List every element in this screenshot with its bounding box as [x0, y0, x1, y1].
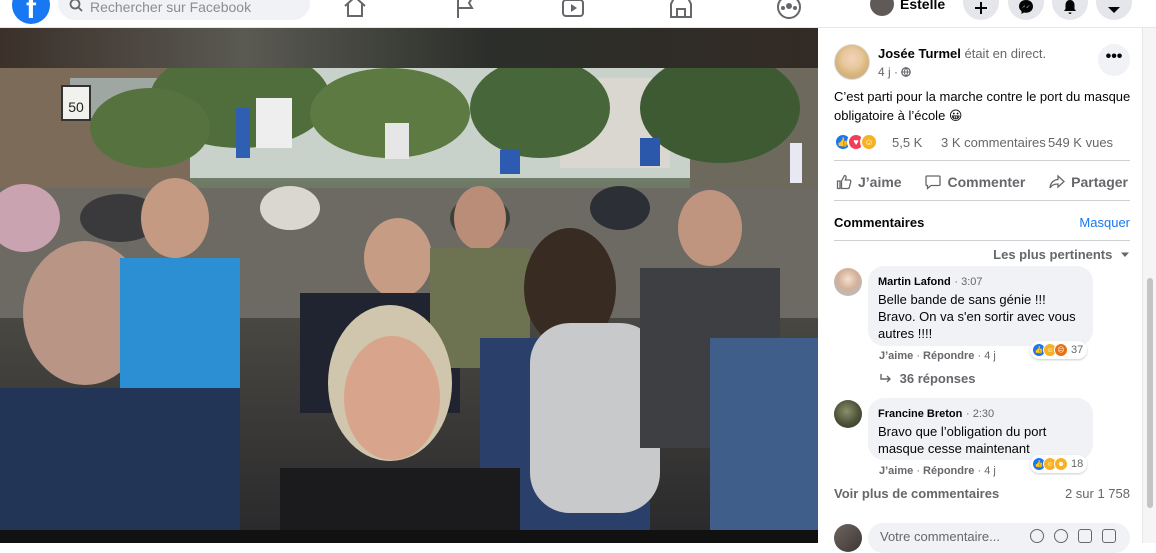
top-navigation-bar: f Rechercher sur Facebook Estelle — [0, 0, 1156, 28]
comment-reactions[interactable]: 👍 ☺ ☹ 37 — [1030, 341, 1088, 359]
profile-name: Estelle — [900, 0, 946, 12]
hide-comments-link[interactable]: Masquer — [1079, 215, 1130, 230]
video-frame: 50 — [0, 68, 818, 530]
angry-reaction-icon: ☹ — [1054, 343, 1068, 357]
share-button[interactable]: Partager — [1047, 167, 1130, 197]
comment-button[interactable]: Commenter — [923, 167, 1027, 197]
profile-avatar — [870, 0, 894, 16]
post-stats: 👍 ♥ ☺ 5,5 K 3 K commentaires 549 K vues — [834, 132, 1130, 152]
comment-timestamp[interactable]: 3:07 — [961, 276, 982, 288]
comment-sort-dropdown[interactable]: Les plus pertinents — [993, 247, 1130, 262]
panel-scrollbar[interactable] — [1142, 28, 1156, 543]
post-side-panel: Josée Turmel était en direct. 4 j · ••• … — [818, 28, 1142, 553]
scrollbar-thumb[interactable] — [1147, 278, 1153, 508]
watch-video-icon[interactable] — [560, 0, 586, 20]
speed-sign-text: 50 — [68, 99, 84, 115]
comment-count[interactable]: 3 K commentaires — [941, 135, 1046, 150]
author-line: Josée Turmel était en direct. — [878, 46, 1046, 61]
comment-age[interactable]: 4 j — [984, 465, 996, 477]
marketplace-icon[interactable] — [668, 0, 694, 20]
comment-label: Commenter — [947, 174, 1026, 190]
reaction-count[interactable]: 5,5 K — [892, 135, 922, 150]
messenger-icon — [1019, 0, 1033, 14]
comment-reaction-count: 18 — [1071, 458, 1084, 470]
crowd-scene-image: 50 — [0, 68, 818, 530]
comment-actions: J’aime · Répondre · 4 j — [879, 465, 996, 477]
share-arrow-icon — [1049, 174, 1066, 189]
comment-bubble: Martin Lafond · 3:07 Belle bande de sans… — [868, 266, 1093, 346]
comment-age[interactable]: 4 j — [984, 350, 996, 362]
comment-like-link[interactable]: J’aime — [879, 350, 913, 362]
reply-arrow-icon — [880, 374, 891, 383]
share-label: Partager — [1071, 174, 1128, 190]
view-count: 549 K vues — [1048, 135, 1114, 150]
comment-avatar[interactable] — [834, 268, 862, 296]
create-button[interactable] — [963, 0, 999, 20]
comment-author[interactable]: Francine Breton — [878, 408, 962, 420]
comments-header: Commentaires Masquer — [818, 204, 1142, 240]
comment-reaction-count: 37 — [1071, 344, 1084, 356]
search-icon — [69, 0, 83, 12]
post-options-button[interactable]: ••• — [1098, 44, 1130, 76]
home-icon[interactable] — [342, 0, 368, 20]
comment-text: Belle bande de sans génie !!! Bravo. On … — [878, 292, 1076, 341]
caret-down-icon — [1121, 252, 1129, 257]
video-top-strip — [0, 28, 818, 68]
comment-like-link[interactable]: J’aime — [879, 465, 913, 477]
live-video-player[interactable]: 50 — [0, 28, 818, 543]
post-text: C’est parti pour la marche contre le por… — [834, 89, 1131, 123]
comment-timestamp[interactable]: 2:30 — [973, 408, 994, 420]
haha-reaction-icon: ☻ — [1054, 457, 1068, 471]
author-status: était en direct. — [964, 46, 1047, 61]
comment-composer: Votre commentaire... — [818, 514, 1142, 553]
emoji-icon[interactable] — [1030, 529, 1044, 543]
comment-bubble: Francine Breton · 2:30 Bravo que l’oblig… — [868, 398, 1093, 460]
comment-reactions[interactable]: 👍 ☺ ☻ 18 — [1030, 455, 1088, 473]
video-controls-strip[interactable] — [0, 530, 818, 543]
messenger-button[interactable] — [1008, 0, 1044, 20]
account-menu-button[interactable] — [1096, 0, 1132, 20]
like-label: J’aime — [858, 174, 902, 190]
comment-avatar[interactable] — [834, 400, 862, 428]
comments-title: Commentaires — [834, 215, 925, 230]
comment-author[interactable]: Martin Lafond — [878, 276, 951, 288]
author-avatar[interactable] — [834, 44, 870, 80]
replies-label: 36 réponses — [899, 371, 976, 386]
search-input[interactable]: Rechercher sur Facebook — [58, 0, 310, 20]
comment-bubble-icon — [925, 175, 942, 190]
post-meta: 4 j · — [878, 65, 912, 79]
pages-flag-icon[interactable] — [452, 0, 478, 20]
reaction-icons[interactable]: 👍 ♥ ☺ — [834, 133, 878, 151]
comment-actions: J’aime · Répondre · 4 j — [879, 350, 996, 362]
divider — [834, 240, 1130, 241]
plus-icon — [975, 2, 987, 14]
view-more-comments-link[interactable]: Voir plus de commentaires — [834, 486, 999, 501]
comment-position: 2 sur 1 758 — [1064, 486, 1130, 501]
search-placeholder: Rechercher sur Facebook — [90, 0, 252, 15]
camera-icon[interactable] — [1054, 529, 1068, 543]
post-time[interactable]: 4 j — [878, 65, 891, 79]
like-button[interactable]: J’aime — [834, 167, 904, 197]
bell-icon — [1064, 0, 1076, 14]
author-name[interactable]: Josée Turmel — [878, 46, 961, 61]
comment-text: Bravo que l’obligation du port masque ce… — [878, 424, 1047, 456]
sort-label: Les plus pertinents — [993, 247, 1113, 262]
view-replies-link[interactable]: 36 réponses — [880, 371, 976, 386]
comment-reply-link[interactable]: Répondre — [923, 350, 974, 362]
post-actions: J’aime Commenter Partager — [834, 167, 1130, 197]
divider — [834, 160, 1130, 161]
chevron-down-icon — [1108, 7, 1120, 13]
comment-reply-link[interactable]: Répondre — [923, 465, 974, 477]
notifications-button[interactable] — [1052, 0, 1088, 20]
care-reaction-icon: ☺ — [860, 133, 878, 151]
profile-chip[interactable]: Estelle — [870, 0, 945, 18]
thumbs-up-icon — [836, 174, 852, 190]
divider — [834, 200, 1130, 201]
facebook-logo[interactable]: f — [12, 0, 50, 25]
groups-icon[interactable] — [776, 0, 802, 20]
sticker-icon[interactable] — [1102, 529, 1116, 543]
globe-icon — [901, 67, 912, 77]
gif-icon[interactable] — [1078, 529, 1092, 543]
composer-avatar — [834, 524, 862, 552]
